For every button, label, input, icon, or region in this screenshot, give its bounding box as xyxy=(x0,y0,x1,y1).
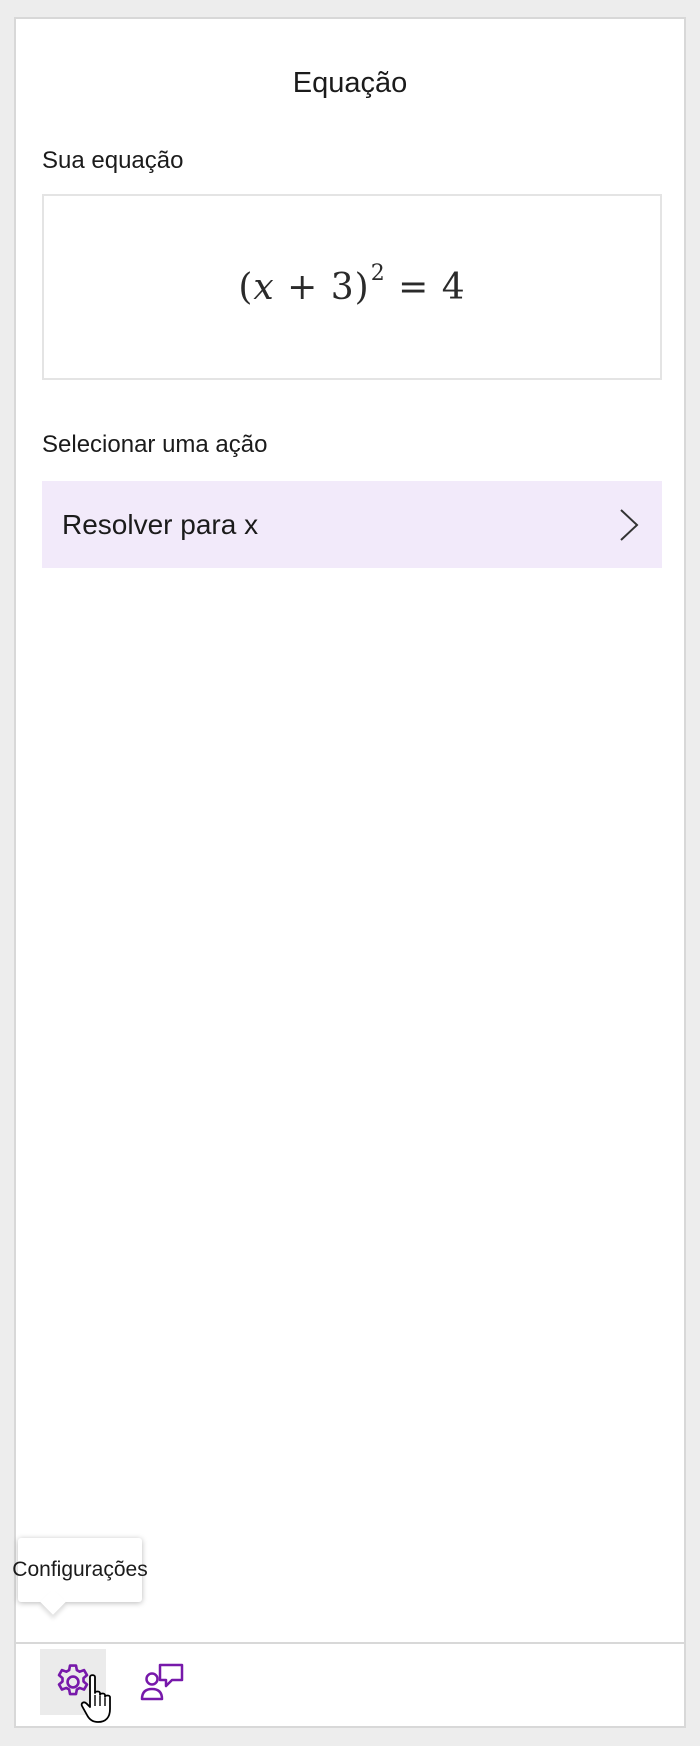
settings-tooltip: Configurações xyxy=(12,1538,148,1602)
action-label: Resolver para x xyxy=(62,508,259,540)
math-pane: Equação Sua equação (x + 3)2 = 4 Selecio… xyxy=(14,17,686,1728)
hand-cursor-icon xyxy=(80,1674,111,1723)
equation-plus-term: + 3) xyxy=(274,266,370,308)
feedback-icon xyxy=(140,1663,184,1701)
action-section-label: Selecionar uma ação xyxy=(42,431,268,458)
chevron-right-icon xyxy=(620,508,639,541)
equation-exponent: 2 xyxy=(370,260,386,286)
feedback-button[interactable] xyxy=(130,1649,196,1715)
equation-open-paren: ( xyxy=(238,266,254,308)
equation-display: (x + 3)2 = 4 xyxy=(42,194,662,380)
equation-expression: (x + 3)2 = 4 xyxy=(238,261,466,308)
tooltip-text: Configurações xyxy=(12,1558,148,1581)
footer-divider xyxy=(16,1642,684,1644)
equation-variable: x xyxy=(253,266,275,308)
equation-section-label: Sua equação xyxy=(42,147,184,174)
solve-for-x-action[interactable]: Resolver para x xyxy=(42,481,662,568)
pane-title: Equação xyxy=(292,67,408,99)
equation-rhs: = 4 xyxy=(385,266,466,308)
